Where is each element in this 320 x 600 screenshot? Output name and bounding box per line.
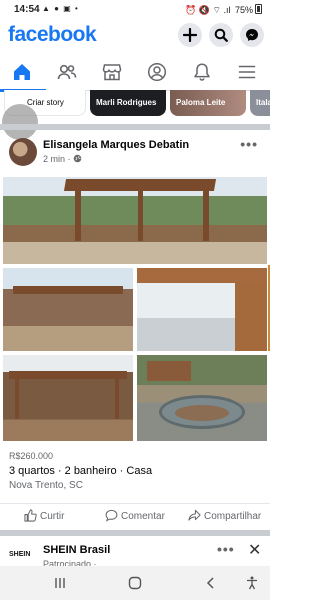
listing-photo[interactable] [137,268,267,351]
status-bar: 14:54 ▲ ● ▣ • ⏰ 🔇 ⌔ .ıl 75% [0,0,270,20]
create-story-label: Criar story [27,98,64,107]
battery-icon [255,4,262,14]
post-time: 2 min · [43,154,71,164]
feed-divider [0,124,270,130]
globe-icon [73,154,82,163]
comment-icon [105,509,118,522]
accessibility-icon[interactable] [244,576,260,590]
tab-profile[interactable] [145,60,169,84]
messenger-button[interactable] [240,23,264,47]
listing-photo[interactable] [3,177,267,264]
listing-photo[interactable] [3,355,133,441]
listing-location: Nova Trento, SC [9,480,83,491]
share-button[interactable]: Compartilhar [188,509,261,522]
story-author: Paloma Leite [176,98,226,107]
ad-more-button[interactable]: ••• [217,541,235,557]
messenger-icon [246,29,258,41]
system-icons: ⏰ 🔇 ⌔ .ıl [185,5,231,15]
shein-logo[interactable]: SHEIN [9,546,37,564]
tab-friends[interactable] [55,60,79,84]
tab-menu[interactable] [235,60,259,84]
listing-photo[interactable] [3,268,133,351]
like-label: Curtir [40,511,65,522]
story-author: Marli Rodrigues [96,98,157,107]
status-time: 14:54 [14,4,40,15]
post-meta: 2 min · [43,154,82,164]
scrollbar[interactable] [268,265,270,351]
battery-percent: 75% [234,5,253,15]
home-button-icon[interactable] [127,576,143,590]
search-button[interactable] [209,23,233,47]
menu-icon [238,65,256,79]
system-nav-bar [0,566,270,600]
story-card[interactable]: Marli Rodrigues [90,90,166,116]
like-button[interactable]: Curtir [24,509,64,522]
tab-home[interactable] [0,60,46,92]
close-ad-button[interactable]: ✕ [248,540,261,560]
listing-price: R$260.000 [9,451,54,461]
story-card[interactable]: Paloma Leite [170,90,246,116]
comment-button[interactable]: Comentar [105,509,165,522]
facebook-logo: facebook [8,23,97,46]
marketplace-icon [102,64,122,81]
feed-divider [0,530,270,536]
stories-tray: Criar story Marli Rodrigues Paloma Leite… [0,90,270,120]
tab-notifications[interactable] [190,60,214,84]
share-icon [188,509,201,521]
post-more-button[interactable]: ••• [240,136,258,152]
tab-marketplace[interactable] [100,60,124,84]
comment-label: Comentar [121,511,165,522]
create-button[interactable] [178,23,202,47]
friends-icon [57,64,77,80]
story-author: Itala [256,98,270,107]
listing-title[interactable]: 3 quartos · 2 banheiro · Casa [9,465,152,477]
home-icon [14,64,30,80]
notifications-icon [194,63,210,81]
back-icon[interactable] [203,576,219,590]
add-icon [183,28,197,42]
post-actions: Curtir Comentar Compartilhar [0,503,270,527]
recent-apps-icon[interactable] [52,576,68,590]
search-icon [214,28,228,42]
listing-photo[interactable] [137,355,267,441]
post-author[interactable]: Elisangela Marques Debatin [43,139,189,151]
like-icon [24,509,37,522]
tab-bar [0,55,270,92]
profile-icon [147,62,167,82]
touch-indicator [2,104,38,140]
app-header: facebook [0,20,270,52]
author-avatar[interactable] [9,138,37,166]
notification-icons: ▲ ● ▣ • [42,4,79,13]
share-label: Compartilhar [204,511,262,522]
story-card[interactable]: Itala [250,90,270,116]
status-right: ⏰ 🔇 ⌔ .ıl 75% [183,4,262,16]
sponsor-name[interactable]: SHEIN Brasil [43,544,110,556]
